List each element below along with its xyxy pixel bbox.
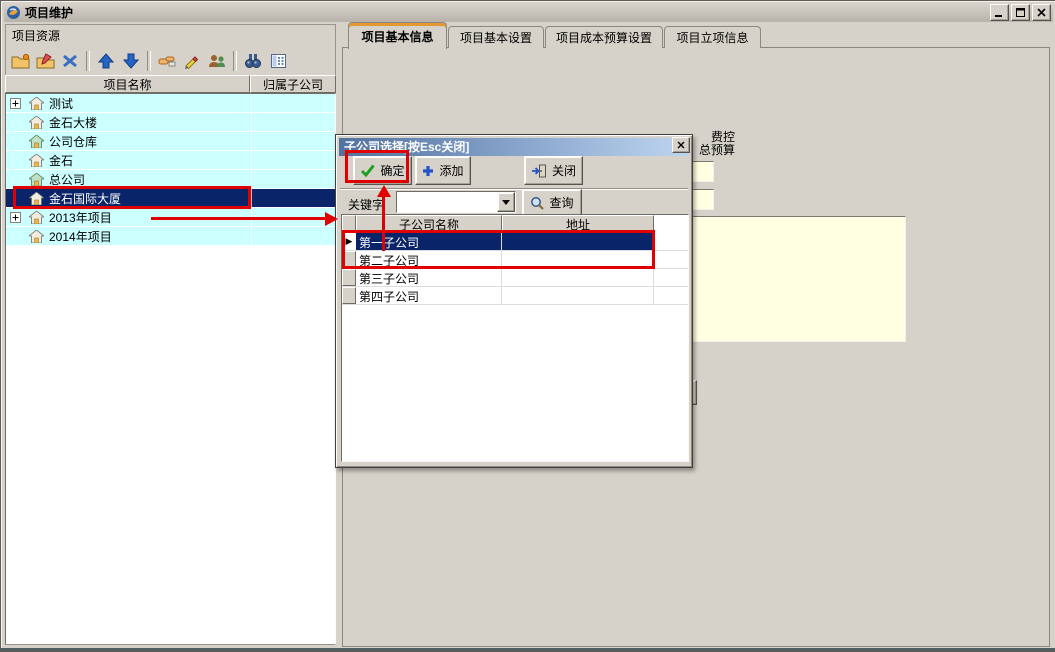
grid-column-address[interactable]: 地址: [502, 215, 654, 233]
tab-project-basic-settings[interactable]: 项目基本设置: [448, 26, 544, 48]
tab-project-approval-info[interactable]: 项目立项信息: [664, 26, 761, 48]
toolbar-separator: [86, 51, 90, 71]
report-icon[interactable]: [267, 50, 289, 72]
project-tree: 测试 金石大楼 公司仓库 金石 总公司: [5, 93, 336, 645]
users-icon[interactable]: [206, 50, 228, 72]
house-green-icon: [29, 173, 44, 186]
tree-column-divider: [251, 94, 252, 644]
expand-icon[interactable]: [10, 212, 21, 223]
move-down-icon[interactable]: [120, 50, 142, 72]
house-icon: [29, 230, 44, 243]
tree-row[interactable]: 总公司: [6, 170, 335, 189]
close-button[interactable]: [1032, 4, 1051, 21]
check-icon: [360, 164, 375, 177]
tab-project-basic-info[interactable]: 项目基本信息: [348, 22, 447, 49]
tree-item-label: 总公司: [49, 171, 85, 188]
assign-icon[interactable]: [156, 50, 178, 72]
door-exit-icon: [531, 164, 547, 178]
project-resource-panel: 项目资源 项目名称 归属子公司 测试: [5, 24, 336, 645]
magnifier-icon: [530, 196, 544, 210]
column-project-name[interactable]: 项目名称: [5, 75, 250, 93]
search-button[interactable]: 查询: [522, 189, 582, 216]
title-bar: 项目维护: [4, 3, 1053, 22]
app-logo-icon: [6, 5, 21, 20]
tree-row[interactable]: 金石大楼: [6, 113, 335, 132]
tree-column-header: 项目名称 归属子公司: [5, 75, 336, 93]
grid-row-selected[interactable]: ▶ 第一子公司: [342, 233, 688, 251]
tree-row[interactable]: 公司仓库: [6, 132, 335, 151]
tree-row[interactable]: 金石: [6, 151, 335, 170]
subsidiary-grid: 子公司名称 地址 ▶ 第一子公司 第二子公司 第三子公司 第四子公司: [341, 214, 689, 462]
plus-icon: [422, 165, 434, 177]
search-icon[interactable]: [242, 50, 264, 72]
current-row-arrow-icon: ▶: [342, 233, 356, 250]
edit-icon[interactable]: [181, 50, 203, 72]
house-icon: [29, 116, 44, 129]
house-icon: [29, 97, 44, 110]
chevron-down-icon[interactable]: [497, 192, 515, 212]
move-up-icon[interactable]: [95, 50, 117, 72]
window-title: 项目维护: [25, 4, 73, 21]
ok-button[interactable]: 确定: [353, 156, 412, 185]
house-icon: [29, 154, 44, 167]
tree-row[interactable]: 2014年项目: [6, 227, 335, 246]
minimize-button[interactable]: [990, 4, 1009, 21]
app-window: 项目维护 项目资源 项目名称 归属子公司: [0, 0, 1055, 652]
tree-item-label: 金石: [49, 152, 73, 169]
row-indicator-cell: [342, 215, 356, 233]
tree-row[interactable]: 测试: [6, 94, 335, 113]
tree-item-label: 2014年项目: [49, 228, 112, 245]
grid-column-name[interactable]: 子公司名称: [356, 215, 502, 233]
tab-project-cost-budget[interactable]: 项目成本预算设置: [545, 26, 663, 48]
remark-textarea[interactable]: [665, 216, 906, 342]
edit-folder-icon[interactable]: [34, 50, 56, 72]
tree-item-label: 公司仓库: [49, 133, 97, 150]
tree-item-label: 测试: [49, 95, 73, 112]
column-subsidiary[interactable]: 归属子公司: [250, 75, 336, 93]
add-button[interactable]: 添加: [415, 156, 471, 185]
tree-item-label: 金石国际大厦: [49, 190, 121, 207]
tree-item-label: 金石大楼: [49, 114, 97, 131]
toolbar-separator: [147, 51, 151, 71]
house-green-icon: [29, 135, 44, 148]
dialog-close-icon[interactable]: [672, 137, 690, 153]
maximize-button[interactable]: [1011, 4, 1030, 21]
tree-row[interactable]: 2013年项目: [6, 208, 335, 227]
grid-row[interactable]: 第四子公司: [342, 287, 688, 305]
dialog-title-bar: 子公司选择[按Esc关闭]: [339, 138, 689, 156]
close-dialog-button[interactable]: 关闭: [524, 156, 583, 185]
house-icon: [29, 211, 44, 224]
left-panel-title: 项目资源: [5, 24, 336, 49]
toolbar-separator: [233, 51, 237, 71]
keyword-combobox[interactable]: [396, 191, 516, 213]
subsidiary-select-dialog: 子公司选择[按Esc关闭] 确定 添加 关闭 关键字 查询 子公司名称 地: [335, 134, 693, 468]
tree-toolbar: [5, 47, 336, 75]
keyword-label: 关键字: [348, 196, 384, 213]
grid-row[interactable]: 第二子公司: [342, 251, 688, 269]
house-icon: [29, 192, 44, 205]
expand-icon[interactable]: [10, 98, 21, 109]
tree-item-label: 2013年项目: [49, 209, 112, 226]
new-folder-icon[interactable]: [9, 50, 31, 72]
tree-row-selected[interactable]: 金石国际大厦: [6, 189, 335, 208]
grid-row[interactable]: 第三子公司: [342, 269, 688, 287]
delete-icon[interactable]: [59, 50, 81, 72]
